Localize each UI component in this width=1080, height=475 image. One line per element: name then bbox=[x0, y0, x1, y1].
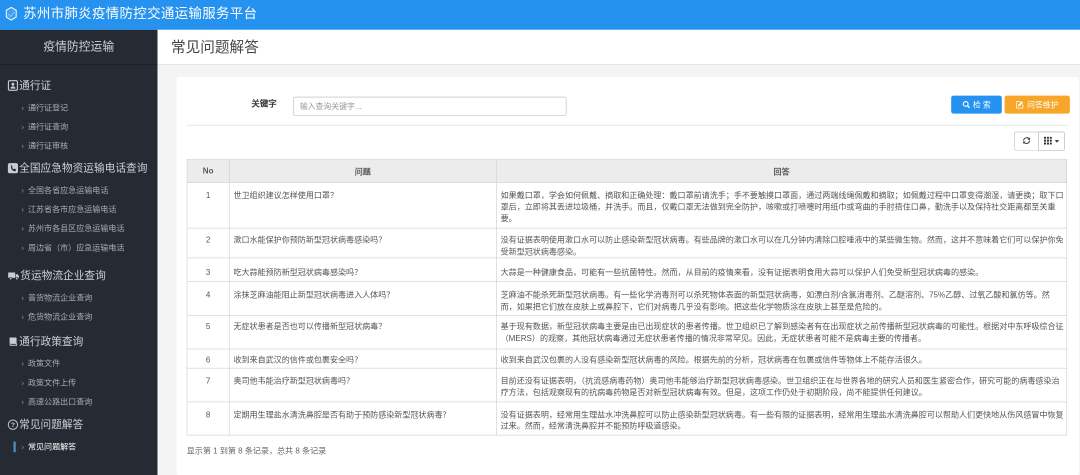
svg-text:?: ? bbox=[11, 422, 15, 429]
